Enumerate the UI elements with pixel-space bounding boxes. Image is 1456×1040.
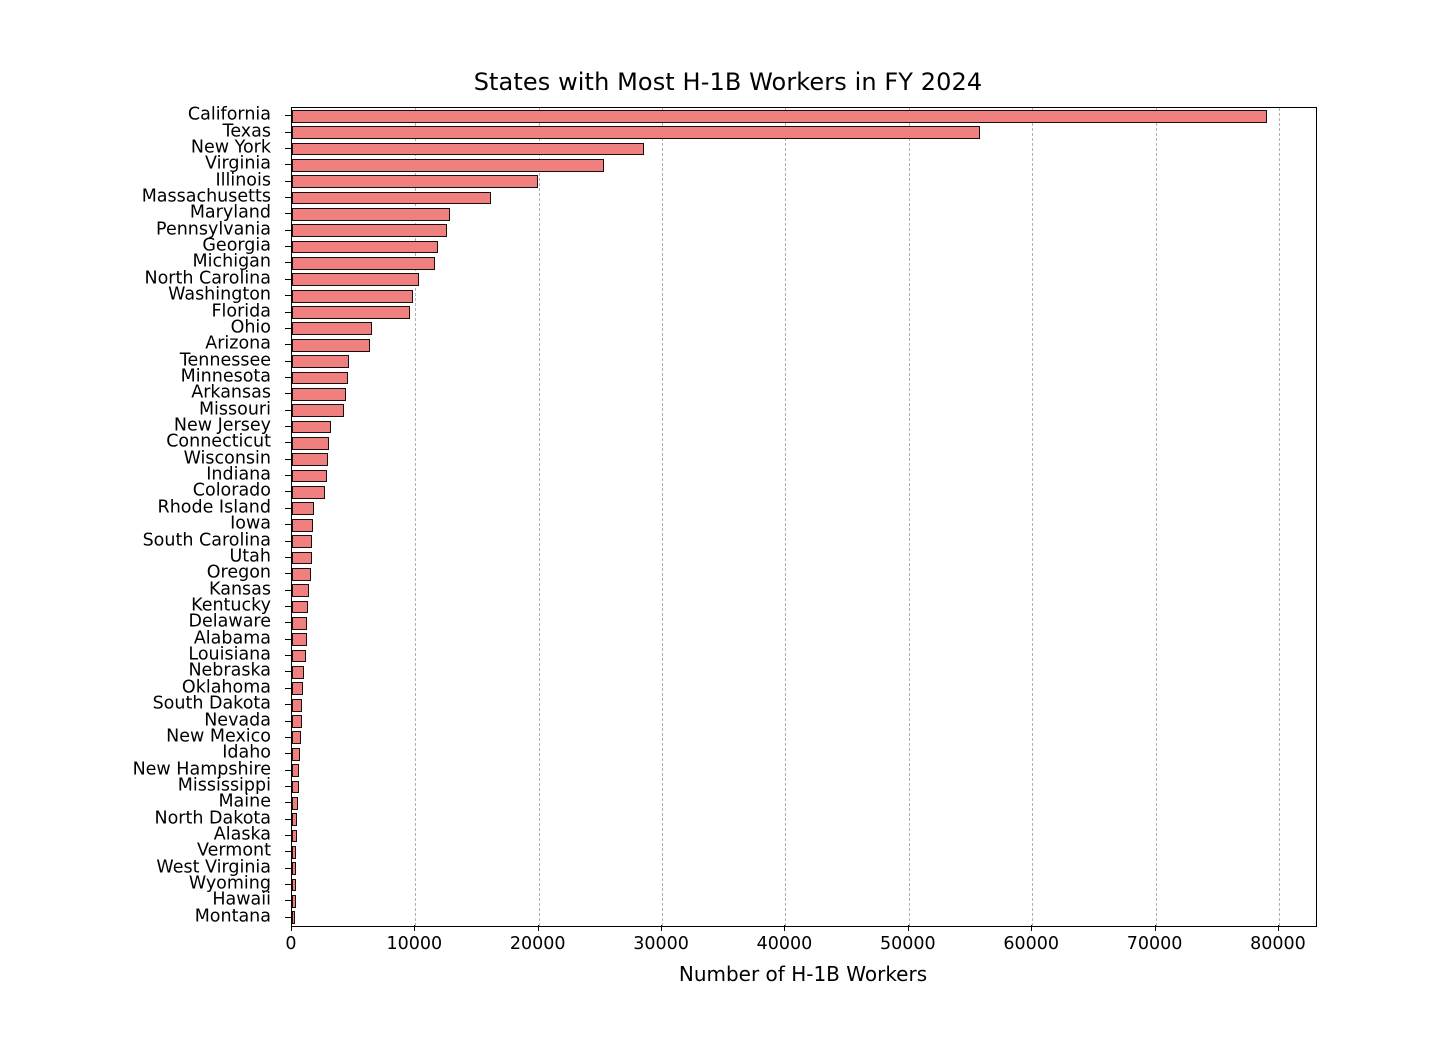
bar	[292, 355, 350, 368]
bar	[292, 404, 345, 418]
x-axis-tick-label: 70000	[1126, 934, 1183, 954]
bar	[292, 257, 436, 270]
x-axis-tick-mark	[537, 925, 539, 931]
x-axis-tick-mark	[1154, 925, 1156, 931]
bar	[292, 109, 1267, 123]
y-axis-tick-label: Montana	[194, 906, 271, 927]
bar	[292, 878, 296, 892]
bar	[292, 273, 420, 287]
bar	[292, 191, 491, 205]
bar	[292, 616, 308, 630]
bar	[292, 240, 438, 254]
x-axis-tick-mark	[414, 925, 416, 931]
x-axis-tick-label: 40000	[756, 934, 813, 954]
bar	[292, 780, 299, 794]
bar	[292, 567, 312, 581]
plot-area	[291, 107, 1317, 927]
x-axis-tick-mark	[907, 925, 909, 931]
bar	[292, 715, 302, 728]
bar	[292, 338, 370, 352]
bar	[292, 829, 297, 843]
bar	[292, 747, 301, 761]
x-axis-tick-mark	[291, 925, 292, 931]
x-axis-tick-label: 30000	[633, 934, 689, 954]
x-axis-tick-label: 10000	[386, 934, 443, 954]
bar	[292, 142, 644, 156]
bar	[292, 420, 332, 434]
bar	[292, 306, 411, 319]
bar	[292, 387, 346, 401]
bar	[292, 682, 304, 696]
bar	[292, 666, 305, 679]
bar	[292, 911, 296, 925]
bar	[292, 175, 538, 188]
bar	[292, 845, 297, 859]
bar	[292, 207, 450, 221]
bar	[292, 486, 326, 499]
bar	[292, 453, 328, 467]
bar	[292, 469, 328, 483]
bar	[292, 698, 303, 712]
bar	[292, 518, 313, 532]
bar	[292, 895, 296, 908]
bar	[292, 551, 312, 565]
x-axis-tick-label: 0	[285, 934, 297, 954]
x-axis-tick-mark	[661, 925, 663, 931]
chart-figure: States with Most H-1B Workers in FY 2024…	[0, 0, 1456, 1040]
chart-title: States with Most H-1B Workers in FY 2024	[473, 68, 983, 96]
bar	[292, 502, 314, 516]
bar	[292, 813, 297, 827]
bar	[292, 862, 297, 876]
x-axis-ticks: 0 10000 20000 30000 40000 50000 60000 70000 8000…	[285, 925, 1315, 965]
bar	[292, 126, 981, 139]
x-axis-tick-label: 60000	[1003, 934, 1060, 954]
bar	[292, 371, 349, 385]
x-axis-tick-label: 80000	[1250, 934, 1306, 954]
bar	[292, 764, 300, 777]
bar-series	[292, 108, 1316, 926]
x-axis-tick-label: 20000	[509, 934, 566, 954]
bar	[292, 796, 298, 810]
bar	[292, 322, 373, 336]
bar	[292, 289, 413, 303]
bar	[292, 224, 448, 238]
bar	[292, 731, 302, 745]
x-axis-label: Number of H-1B Workers	[678, 962, 928, 986]
bar	[292, 633, 307, 647]
bar	[292, 584, 309, 597]
bar	[292, 436, 329, 450]
x-axis-tick-mark	[784, 925, 786, 931]
x-axis-tick-label: 50000	[880, 934, 936, 954]
x-axis-tick-mark	[1277, 925, 1279, 931]
bar	[292, 535, 313, 548]
bar	[292, 158, 605, 172]
x-axis-tick-mark	[1031, 925, 1033, 931]
bar	[292, 649, 306, 663]
bar	[292, 600, 309, 614]
y-axis-category-labels: California Texas New York Virginia Illinois M…	[0, 106, 291, 927]
